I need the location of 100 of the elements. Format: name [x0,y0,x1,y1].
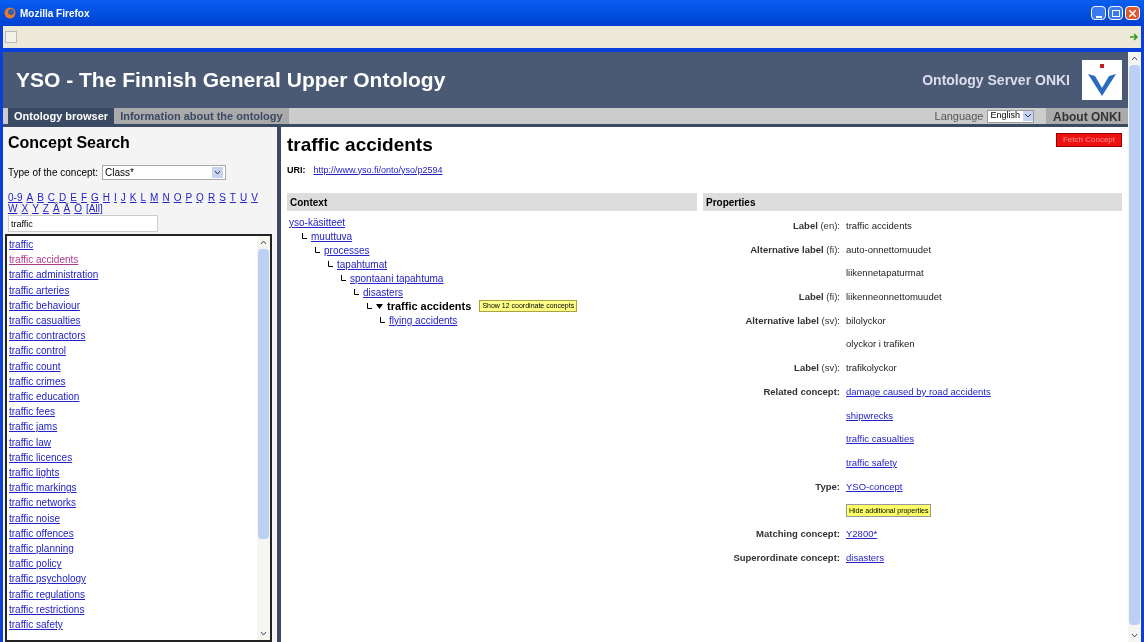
tree-link[interactable]: spontaani tapahtuma [350,270,444,286]
page-scrollbar[interactable] [1128,52,1141,642]
letter-link[interactable]: R [207,192,216,203]
expanded-icon[interactable] [376,302,383,310]
result-link[interactable]: traffic count [9,358,257,374]
current-concept: traffic accidents [387,298,472,314]
result-link[interactable]: traffic lights [9,465,257,481]
letter-link[interactable]: [All] [86,203,103,214]
result-link[interactable]: traffic noise [9,510,257,526]
letter-link[interactable]: D [59,192,67,203]
result-link[interactable]: traffic licences [9,449,257,466]
scroll-thumb[interactable] [1129,65,1140,625]
property-link[interactable]: Y2800* [846,527,878,539]
tree-link[interactable]: processes [324,242,370,258]
result-link[interactable]: traffic planning [9,541,257,557]
tree-link[interactable]: disasters [363,284,403,300]
letter-link[interactable]: Y [32,203,39,214]
letter-link[interactable]: N [162,192,170,203]
tree-link[interactable]: yso-käsitteet [289,214,346,230]
letter-link[interactable]: U [239,192,248,203]
property-label: Related concept: [763,385,840,397]
result-link[interactable]: traffic fees [9,404,257,420]
result-link[interactable]: traffic policy [9,556,257,572]
property-link[interactable]: YSO-concept [846,480,903,492]
result-link[interactable]: traffic [9,237,257,253]
about-button[interactable]: About ONKI [1046,108,1128,124]
property-label: Matching concept: [756,527,840,539]
letter-link[interactable]: H [102,192,111,203]
result-link[interactable]: traffic control [9,343,257,359]
result-link[interactable]: traffic offences [9,525,257,542]
letter-link[interactable]: P [185,192,193,203]
property-link[interactable]: disasters [846,551,884,563]
branch-icon [380,317,385,323]
scroll-thumb[interactable] [258,249,269,539]
result-link[interactable]: traffic law [9,434,257,450]
letter-link[interactable]: T [229,192,236,203]
maximize-button[interactable] [1108,6,1123,20]
tree-link[interactable]: tapahtumat [337,256,388,272]
letter-link[interactable]: G [91,192,99,203]
letter-link[interactable]: Å [52,203,60,214]
scrollbar[interactable] [257,236,270,640]
result-link[interactable]: traffic education [9,389,257,405]
result-link[interactable]: traffic administration [9,267,257,283]
uri-link[interactable]: http://www.yso.fi/onto/yso/p2594 [313,163,443,177]
property-link[interactable]: damage caused by road accidents [846,385,991,397]
result-link[interactable]: traffic contractors [9,328,257,344]
result-link[interactable]: traffic restrictions [9,601,257,618]
property-value: auto-onnettomuudet [846,243,932,255]
tree-link[interactable]: muuttuva [311,228,353,244]
property-label: Alternative label (fi): [750,243,840,255]
search-field[interactable]: traffic [8,215,158,232]
letter-link[interactable]: J [120,192,126,203]
letter-link[interactable]: 0-9 [8,192,23,203]
concept-title: traffic accidents [287,133,433,157]
letter-link[interactable]: B [37,192,44,203]
letter-link[interactable]: Q [196,192,204,203]
minimize-button[interactable] [1091,6,1106,20]
letter-link[interactable]: W [8,203,18,214]
result-link[interactable]: traffic psychology [9,571,257,587]
result-link[interactable]: traffic regulations [9,586,257,602]
go-arrow-icon[interactable] [1130,33,1139,41]
site-title: YSO - The Finnish General Upper Ontology [16,67,446,94]
type-select[interactable]: Class* [102,165,227,180]
nav-tab[interactable]: Ontology browser [8,108,115,124]
branch-icon [367,303,372,309]
result-link[interactable]: traffic casualties [9,313,257,329]
property-link[interactable]: traffic casualties [846,433,914,445]
tree-link[interactable]: flying accidents [389,312,458,328]
letter-link[interactable]: F [80,192,88,203]
result-link[interactable]: traffic accidents [9,252,257,268]
result-link[interactable]: traffic arteries [9,282,257,298]
result-link[interactable]: traffic networks [9,495,257,511]
onki-logo [1082,60,1122,100]
branch-icon [354,289,359,295]
result-link[interactable]: traffic safety [9,617,257,633]
result-link[interactable]: traffic crimes [9,373,257,390]
letter-link[interactable]: C [47,192,56,203]
letter-link[interactable]: M [150,192,159,203]
letter-link[interactable]: E [70,192,77,203]
property-value: liikenneonnettomuudet [846,291,942,303]
letter-link[interactable]: X [21,203,29,214]
letter-link[interactable]: Ö [74,203,83,214]
nav-tab[interactable]: Information about the ontology [114,108,289,124]
letter-link[interactable]: L [140,192,147,203]
result-link[interactable]: traffic jams [9,419,257,435]
letter-link[interactable]: A [26,192,34,203]
result-link[interactable]: traffic behaviour [9,297,257,313]
close-button[interactable] [1125,6,1140,20]
letter-link[interactable]: Z [42,203,49,214]
letter-link[interactable]: O [173,192,182,203]
letter-link[interactable]: V [251,192,258,203]
result-link[interactable]: traffic markings [9,480,257,496]
letter-link[interactable]: I [114,192,117,203]
property-label: Superordinate concept: [733,551,840,563]
letter-link[interactable]: K [129,192,137,203]
property-link[interactable]: shipwrecks [846,409,893,421]
letter-link[interactable]: Ä [63,203,71,214]
language-select[interactable]: English [987,109,1034,123]
property-link[interactable]: traffic safety [846,456,898,468]
letter-link[interactable]: S [219,192,226,203]
